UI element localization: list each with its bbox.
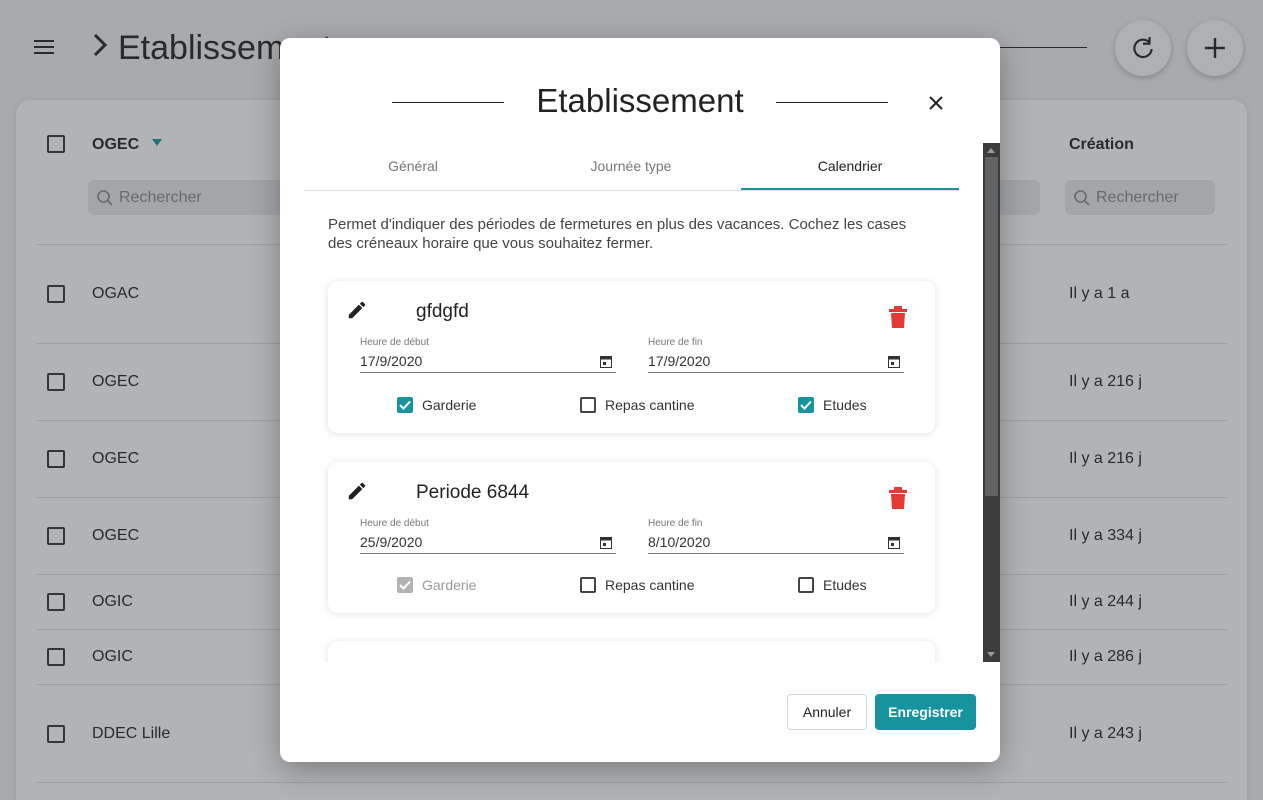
check-icon	[397, 397, 413, 413]
dialog-title: Etablissement	[536, 82, 744, 119]
start-label: Heure de début	[360, 337, 429, 348]
repas-cantine-checkbox[interactable]: Repas cantine	[580, 395, 695, 415]
scrollbar[interactable]	[983, 143, 1000, 662]
end-label: Heure de fin	[648, 518, 703, 529]
tab-typical-day[interactable]: Journée type	[522, 150, 740, 190]
garderie-checkbox: Garderie	[397, 575, 476, 595]
start-date-input[interactable]: 17/9/2020	[360, 351, 616, 373]
checkbox-label: Repas cantine	[605, 577, 695, 593]
scroll-up-arrow[interactable]	[987, 148, 995, 153]
tab-general[interactable]: Général	[304, 150, 522, 190]
delete-button[interactable]	[889, 487, 907, 509]
period-card: Periode 6844 Heure de début 25/9/2020 He…	[328, 462, 935, 613]
delete-button[interactable]	[889, 306, 907, 328]
active-tab-indicator	[741, 188, 959, 190]
calendar-panel[interactable]: Permet d'indiquer des périodes de fermet…	[304, 191, 982, 662]
checkbox-label: Garderie	[422, 577, 477, 593]
checkbox-label: Etudes	[823, 397, 867, 413]
period-card: gfdgfd Heure de début 17/9/2020 Heure de…	[328, 281, 935, 433]
edit-button[interactable]	[346, 299, 368, 321]
checkbox-label: Repas cantine	[605, 397, 695, 413]
end-date-input[interactable]: 17/9/2020	[648, 351, 904, 373]
end-date-value: 8/10/2020	[648, 534, 711, 550]
check-icon	[798, 397, 814, 413]
etudes-checkbox[interactable]: Etudes	[798, 395, 867, 415]
trash-icon	[889, 306, 907, 328]
save-button[interactable]: Enregistrer	[875, 694, 976, 730]
checkbox-label: Garderie	[422, 397, 477, 413]
calendar-icon[interactable]	[600, 536, 612, 549]
calendar-description: Permet d'indiquer des périodes de fermet…	[328, 216, 907, 252]
close-button[interactable]	[924, 91, 948, 115]
pencil-icon	[348, 301, 366, 319]
end-date-input[interactable]: 8/10/2020	[648, 532, 904, 554]
start-label: Heure de début	[360, 518, 429, 529]
calendar-icon[interactable]	[600, 355, 612, 368]
start-date-value: 25/9/2020	[360, 534, 423, 550]
start-date-value: 17/9/2020	[360, 353, 423, 369]
tab-calendar[interactable]: Calendrier	[741, 150, 959, 190]
edit-button[interactable]	[346, 480, 368, 502]
check-icon	[397, 577, 413, 593]
end-date-value: 17/9/2020	[648, 353, 711, 369]
end-label: Heure de fin	[648, 337, 703, 348]
repas-cantine-checkbox[interactable]: Repas cantine	[580, 575, 695, 595]
etudes-checkbox[interactable]: Etudes	[798, 575, 867, 595]
close-icon	[929, 96, 943, 110]
garderie-checkbox[interactable]: Garderie	[397, 395, 476, 415]
tab-bar: Général Journée type Calendrier	[304, 150, 959, 191]
checkbox-box	[580, 397, 596, 413]
calendar-icon[interactable]	[888, 355, 900, 368]
period-name: gfdgfd	[416, 301, 469, 322]
checkbox-box	[580, 577, 596, 593]
title-divider-right	[776, 102, 888, 103]
scrollbar-thumb[interactable]	[985, 157, 998, 496]
establishment-dialog: Etablissement Général Journée type Calen…	[280, 38, 1000, 762]
checkbox-box	[798, 577, 814, 593]
cancel-button[interactable]: Annuler	[787, 694, 867, 730]
calendar-icon[interactable]	[888, 536, 900, 549]
start-date-input[interactable]: 25/9/2020	[360, 532, 616, 554]
period-card	[328, 641, 935, 662]
pencil-icon	[348, 482, 366, 500]
trash-icon	[889, 487, 907, 509]
scroll-down-arrow[interactable]	[987, 652, 995, 657]
checkbox-label: Etudes	[823, 577, 867, 593]
period-name: Periode 6844	[416, 482, 530, 503]
